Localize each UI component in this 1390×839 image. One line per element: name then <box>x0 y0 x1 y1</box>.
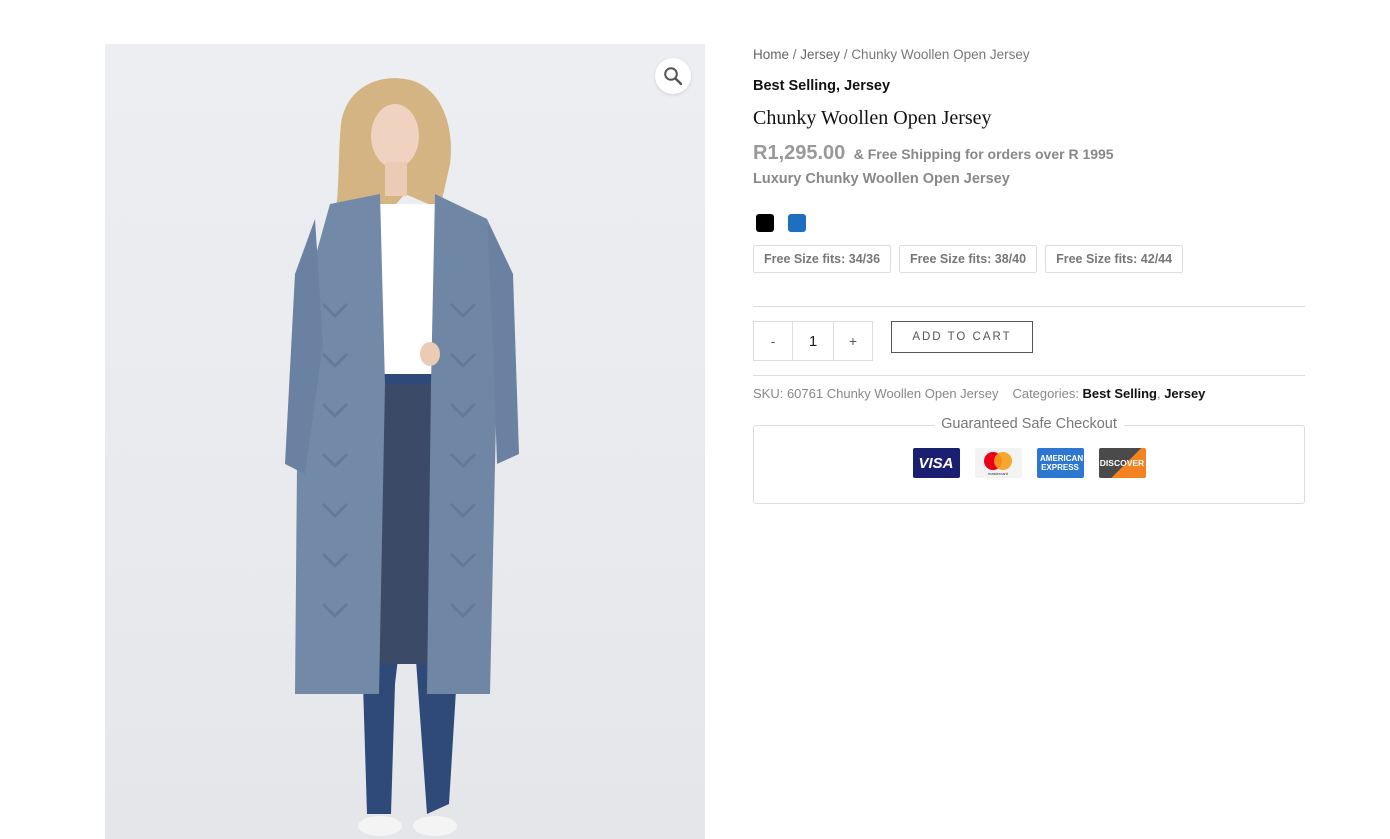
amex-label: AMERICAN EXPRESS <box>1040 454 1084 472</box>
category-separator: , <box>836 78 845 94</box>
meta-category-link-best-selling[interactable]: Best Selling <box>1083 386 1157 401</box>
breadcrumb-separator: / <box>840 47 852 62</box>
visa-label: VISA <box>918 454 954 472</box>
product-price: R1,295.00 <box>753 142 846 164</box>
mastercard-label: mastercard <box>987 470 1008 476</box>
payment-cards: VISA mastercard AMERICAN EXPRESS DISCOVE… <box>754 448 1304 478</box>
price-row: R1,295.00 & Free Shipping for orders ove… <box>753 142 1114 165</box>
meta-category-link-jersey[interactable]: Jersey <box>1164 386 1205 401</box>
quantity-stepper: - 1 + <box>753 321 873 361</box>
divider <box>753 375 1305 376</box>
discover-icon: DISCOVER <box>1098 448 1146 478</box>
breadcrumb-separator: / <box>789 47 801 62</box>
mastercard-icon: mastercard <box>974 448 1022 478</box>
discover-label: DISCOVER <box>1099 458 1145 468</box>
safe-checkout-box: Guaranteed Safe Checkout VISA mastercard… <box>753 416 1305 504</box>
safe-checkout-title: Guaranteed Safe Checkout <box>934 416 1124 432</box>
breadcrumb-home[interactable]: Home <box>753 47 789 62</box>
product-title: Chunky Woollen Open Jersey <box>753 107 992 129</box>
product-image[interactable] <box>105 44 705 839</box>
color-swatches <box>756 214 806 232</box>
category-link-jersey[interactable]: Jersey <box>844 78 890 94</box>
product-categories: Best Selling, Jersey <box>753 78 890 94</box>
color-swatch-blue[interactable] <box>788 214 806 232</box>
quantity-decrease-button[interactable]: - <box>754 322 792 360</box>
category-link-best-selling[interactable]: Best Selling <box>753 78 836 94</box>
short-description: Luxury Chunky Woollen Open Jersey <box>753 171 1010 187</box>
categories-label: Categories: <box>1012 386 1083 401</box>
product-meta: SKU: 60761 Chunky Woollen Open Jersey Cat… <box>753 386 1205 401</box>
breadcrumb-category[interactable]: Jersey <box>800 47 840 62</box>
breadcrumb-current: Chunky Woollen Open Jersey <box>851 47 1030 62</box>
size-option[interactable]: Free Size fits: 38/40 <box>899 245 1038 273</box>
zoom-button[interactable] <box>655 58 691 94</box>
size-option[interactable]: Free Size fits: 34/36 <box>753 245 892 273</box>
amex-icon: AMERICAN EXPRESS <box>1036 448 1084 478</box>
divider <box>753 306 1305 307</box>
product-photo <box>285 78 519 836</box>
quantity-input[interactable]: 1 <box>792 322 834 360</box>
mastercard-circles <box>984 451 1012 470</box>
size-option[interactable]: Free Size fits: 42/44 <box>1045 245 1184 273</box>
color-swatch-black[interactable] <box>756 214 774 232</box>
breadcrumb: Home / Jersey / Chunky Woollen Open Jers… <box>753 47 1030 62</box>
sku: SKU: 60761 Chunky Woollen Open Jersey <box>753 386 999 401</box>
size-options: Free Size fits: 34/36 Free Size fits: 38… <box>753 245 1184 273</box>
magnifier-icon <box>664 67 683 86</box>
visa-icon: VISA <box>912 448 960 478</box>
add-to-cart-button[interactable]: ADD TO CART <box>891 321 1033 353</box>
quantity-increase-button[interactable]: + <box>834 322 872 360</box>
shipping-note: & Free Shipping for orders over R 1995 <box>853 146 1114 162</box>
